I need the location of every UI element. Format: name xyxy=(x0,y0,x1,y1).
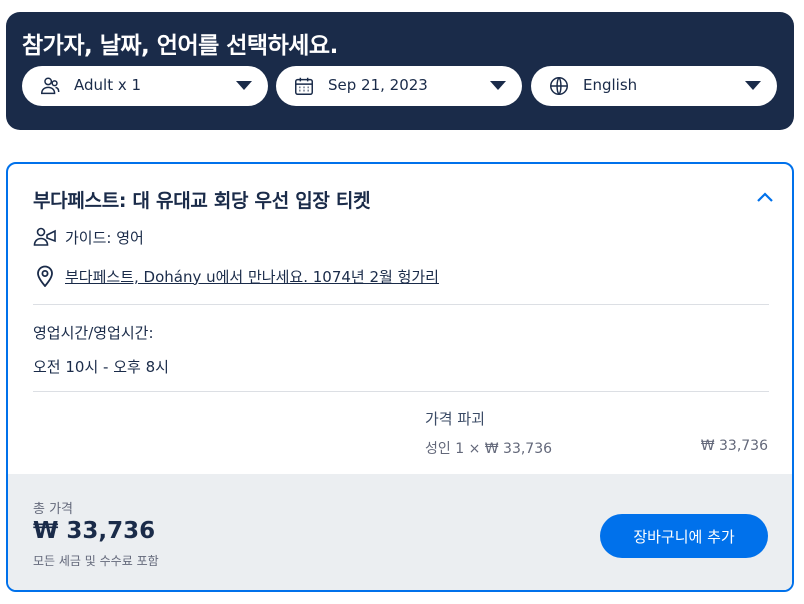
total-price-label: 총 가격 xyxy=(33,502,74,517)
option-title: 부다페스트: 대 유대교 회당 우선 입장 티켓 xyxy=(33,190,371,212)
chevron-up-icon[interactable] xyxy=(756,191,774,203)
language-selector[interactable]: English xyxy=(531,66,777,106)
meeting-point-row: 부다페스트, Dohány u에서 만나세요. 1074년 2월 헝가리 xyxy=(33,265,439,287)
meeting-point-link[interactable]: 부다페스트, Dohány u에서 만나세요. 1074년 2월 헝가리 xyxy=(65,266,439,287)
divider xyxy=(33,391,769,392)
price-breakdown-label: 가격 파괴 xyxy=(425,410,485,428)
location-pin-icon xyxy=(37,265,53,287)
panel-title: 참가자, 날짜, 언어를 선택하세요. xyxy=(22,33,338,59)
date-selector[interactable]: Sep 21, 2023 xyxy=(276,66,522,106)
ticket-option-card: 부다페스트: 대 유대교 회당 우선 입장 티켓 가이드: 영어 부다페스트, … xyxy=(6,162,794,592)
tax-note: 모든 세금 및 수수료 포함 xyxy=(33,554,159,568)
chevron-down-icon xyxy=(236,81,252,90)
guide-language: 가이드: 영어 xyxy=(65,228,144,247)
people-icon xyxy=(41,77,60,95)
participants-label: Adult x 1 xyxy=(74,76,142,94)
opening-hours-value: 오전 10시 - 오후 8시 xyxy=(33,358,169,376)
price-line-total: ₩ 33,736 xyxy=(700,438,768,454)
booking-selection-panel: 참가자, 날짜, 언어를 선택하세요. Adult x 1 Sep 21, 20… xyxy=(6,12,794,130)
divider xyxy=(33,304,769,305)
total-price-value: ₩ 33,736 xyxy=(33,518,156,544)
participants-selector[interactable]: Adult x 1 xyxy=(22,66,268,106)
language-label: English xyxy=(583,76,638,94)
checkout-footer: 총 가격 ₩ 33,736 모든 세금 및 수수료 포함 장바구니에 추가 xyxy=(8,474,792,590)
chevron-down-icon xyxy=(490,81,506,90)
calendar-icon xyxy=(295,77,313,95)
guide-icon xyxy=(33,227,56,246)
add-to-cart-button[interactable]: 장바구니에 추가 xyxy=(600,514,768,558)
chevron-down-icon xyxy=(745,81,761,90)
guide-row: 가이드: 영어 xyxy=(33,226,144,248)
opening-hours-label: 영업시간/영업시간: xyxy=(33,324,154,342)
date-label: Sep 21, 2023 xyxy=(328,76,428,94)
globe-icon xyxy=(550,77,568,95)
price-line-label: 성인 1 × ₩ 33,736 xyxy=(425,441,553,457)
